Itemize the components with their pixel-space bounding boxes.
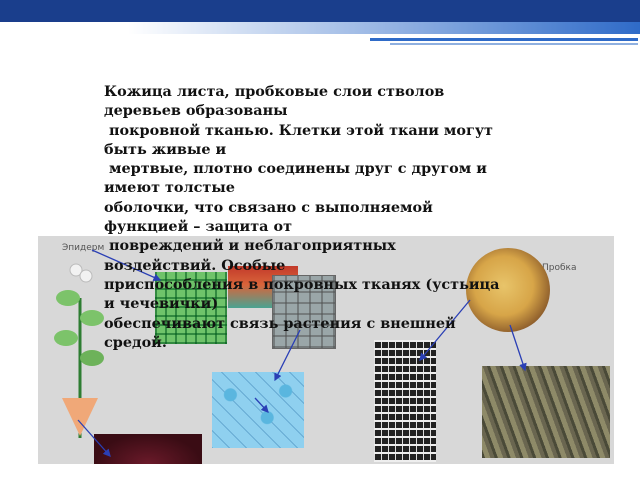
decor-line — [370, 38, 638, 41]
title-band — [0, 0, 640, 22]
text-line: деревьев образованы — [104, 102, 288, 120]
epidermis-cells-image — [212, 372, 304, 448]
decor-line-thin — [390, 43, 638, 45]
text-line: обеспечивают связь растения с внешней — [104, 314, 456, 332]
text-line: Кожица листа, пробковые слои стволов — [104, 83, 445, 100]
stem-section-image — [94, 434, 202, 464]
bark-image — [482, 366, 610, 458]
text-line: имеют толстые — [104, 179, 235, 197]
cork-micrograph-image — [374, 340, 436, 462]
title-gradient-band — [0, 22, 640, 34]
text-line: воздействий. Особые — [104, 256, 286, 274]
text-line: повреждений и неблагоприятных — [104, 237, 396, 255]
text-line: оболочки, что связано с выполняемой — [104, 198, 433, 216]
epidermis-label: Эпидерм — [62, 243, 105, 253]
main-text: Кожица листа, пробковые слои стволов дере… — [104, 82, 624, 352]
text-line: быть живые и — [104, 140, 227, 158]
text-line: покровной тканью. Клетки этой ткани могу… — [104, 121, 493, 139]
plant-illustration — [54, 263, 104, 438]
text-line: и чечевички) — [104, 295, 219, 313]
text-line: функцией – защита от — [104, 218, 292, 236]
text-line: приспособления в покровных тканях (устьи… — [104, 275, 500, 293]
text-line: средой. — [104, 333, 167, 351]
text-line: мертвые, плотно соединены друг с другом … — [104, 160, 487, 178]
